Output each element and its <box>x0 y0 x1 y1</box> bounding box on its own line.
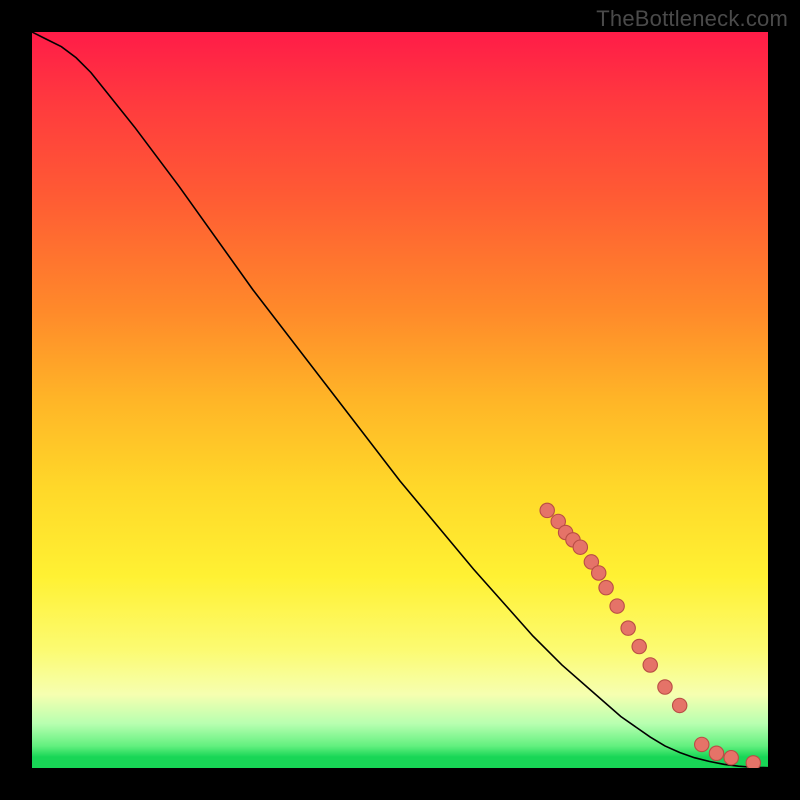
marker-dot <box>632 639 646 653</box>
marker-dot <box>540 503 554 517</box>
marker-dot <box>724 751 738 765</box>
watermark-text: TheBottleneck.com <box>596 6 788 32</box>
marker-dot <box>643 658 657 672</box>
marker-dot <box>658 680 672 694</box>
marker-dot <box>695 737 709 751</box>
marker-dot <box>599 580 613 594</box>
chart-frame: TheBottleneck.com <box>0 0 800 800</box>
marker-dot <box>746 756 760 768</box>
marker-dot <box>621 621 635 635</box>
marker-dot <box>610 599 624 613</box>
marker-group <box>540 503 760 768</box>
marker-dot <box>672 698 686 712</box>
plot-area <box>32 32 768 768</box>
curve-line <box>32 32 768 768</box>
marker-dot <box>709 746 723 760</box>
marker-dot <box>592 566 606 580</box>
chart-svg <box>32 32 768 768</box>
marker-dot <box>573 540 587 554</box>
